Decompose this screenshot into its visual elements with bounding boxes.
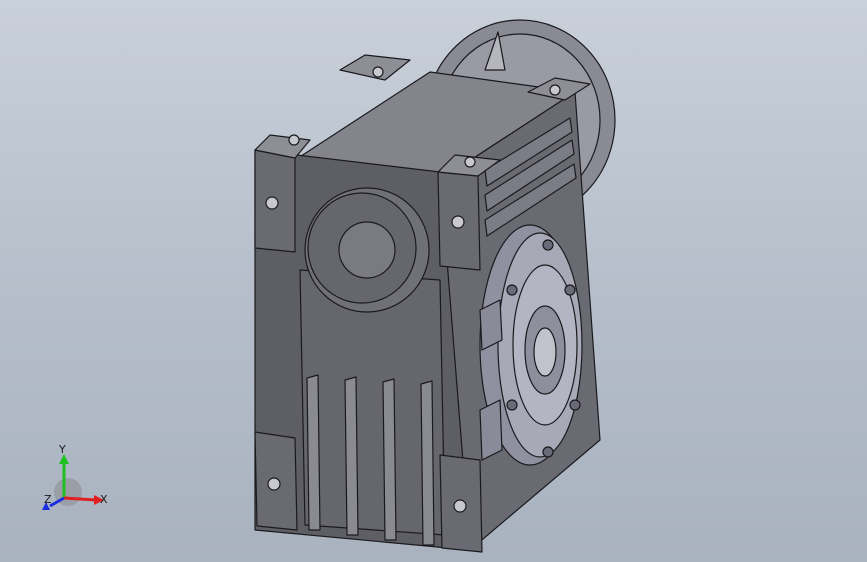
y-axis-label: Y xyxy=(58,443,66,456)
x-axis-label: X xyxy=(100,493,108,506)
x-axis-line xyxy=(63,496,97,502)
output-flange xyxy=(479,224,583,466)
3d-viewport[interactable]: Y X Z xyxy=(0,0,867,562)
input-shaft-boss xyxy=(304,187,430,313)
orientation-triad[interactable]: Y X Z xyxy=(38,440,118,520)
gearbox-model[interactable] xyxy=(0,0,867,562)
z-axis-label: Z xyxy=(44,493,52,506)
